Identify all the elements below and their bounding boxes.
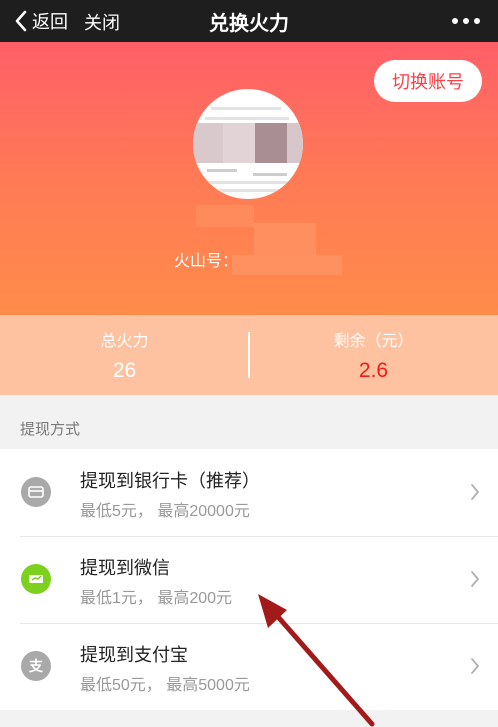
blurred-username [196,205,254,227]
withdraw-options-list: 提现到银行卡（推荐） 最低5元， 最高20000元 提现到微信 最低1元， 最高… [0,449,498,710]
option-limits: 最低50元， 最高5000元 [80,677,250,694]
account-id-label: 火山号： [174,253,239,270]
remaining-stat: 剩余（元） 2.6 [249,315,498,395]
more-menu-button[interactable] [452,13,482,29]
page-title: 兑换火力 [209,13,289,35]
withdraw-option-wechat[interactable]: 提现到微信 最低1元， 最高200元 [0,536,498,623]
bottom-spacer [0,712,498,727]
nav-bar: 返回 关闭 兑换火力 [0,0,498,42]
remaining-label: 剩余（元） [333,333,414,350]
option-limits: 最低5元， 最高20000元 [80,503,250,520]
account-header: 切换账号 火山号： [0,42,498,315]
chevron-right-icon [471,484,479,500]
chevron-right-icon [471,658,479,674]
wechat-icon [21,564,51,594]
back-label: 返回 [32,12,68,32]
option-title: 提现到银行卡（推荐） [80,471,260,491]
chevron-right-icon [471,571,479,587]
more-dot-icon [452,18,458,24]
option-limits: 最低1元， 最高200元 [80,590,233,607]
bank-card-icon [21,477,51,507]
svg-text:支: 支 [28,658,44,674]
more-dot-icon [474,18,480,24]
close-button[interactable]: 关闭 [84,9,120,35]
withdraw-method-heading: 提现方式 [20,421,81,438]
back-button[interactable]: 返回 [14,8,68,34]
withdraw-option-alipay[interactable]: 支 提现到支付宝 最低50元， 最高5000元 [0,623,498,710]
total-fire-label: 总火力 [100,333,149,350]
remaining-value: 2.6 [358,359,389,382]
switch-account-button[interactable]: 切换账号 [374,60,482,102]
chevron-left-icon [15,10,27,32]
alipay-icon: 支 [21,651,51,681]
total-fire-stat: 总火力 26 [0,315,249,395]
total-fire-value: 26 [112,359,137,382]
option-title: 提现到支付宝 [80,645,188,665]
withdraw-option-bank-card[interactable]: 提现到银行卡（推荐） 最低5元， 最高20000元 [0,449,498,536]
avatar [193,89,303,199]
balance-stats: 总火力 26 剩余（元） 2.6 [0,315,498,395]
more-dot-icon [463,18,469,24]
option-title: 提现到微信 [80,558,170,578]
